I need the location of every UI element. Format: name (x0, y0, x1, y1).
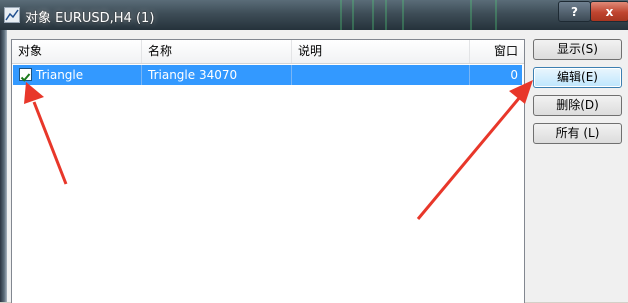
checkmark-icon (20, 73, 31, 82)
delete-button[interactable]: 删除(D) (533, 95, 622, 116)
title-bar: 对象 EURUSD,H4 (1) ? x (0, 0, 628, 30)
column-header-window[interactable]: 窗口 (470, 40, 524, 63)
close-icon: x (605, 4, 614, 19)
chart-icon (4, 7, 20, 23)
cell-window: 0 (510, 68, 518, 82)
cell-object: Triangle (13, 65, 142, 85)
background-decoration (470, 0, 472, 30)
row-checkbox[interactable] (19, 68, 32, 82)
close-button[interactable]: x (590, 1, 628, 22)
show-button[interactable]: 显示(S) (533, 39, 622, 60)
edit-button[interactable]: 编辑(E) (533, 67, 622, 88)
background-decoration (372, 0, 374, 30)
window-title: 对象 EURUSD,H4 (1) (25, 11, 155, 26)
column-header-object[interactable]: 对象 (12, 40, 142, 63)
background-decoration (402, 0, 404, 30)
objects-list[interactable]: 对象 名称 说明 窗口 Triangle Triangle 34070 0 (11, 39, 525, 303)
window-border (0, 30, 7, 302)
cell-description (292, 65, 470, 85)
table-row[interactable]: Triangle Triangle 34070 0 (13, 65, 522, 85)
background-decoration (340, 0, 342, 30)
background-decoration (352, 0, 354, 30)
help-icon: ? (571, 4, 578, 19)
column-header-name[interactable]: 名称 (142, 40, 292, 63)
object-type: Triangle (36, 68, 84, 82)
help-button[interactable]: ? (558, 1, 591, 22)
background-decoration (385, 0, 387, 30)
cell-name: Triangle 34070 (142, 65, 292, 85)
list-header: 对象 名称 说明 窗口 (12, 40, 524, 64)
column-header-description[interactable]: 说明 (292, 40, 470, 63)
all-button[interactable]: 所有 (L) (533, 123, 622, 144)
background-decoration (495, 0, 497, 30)
